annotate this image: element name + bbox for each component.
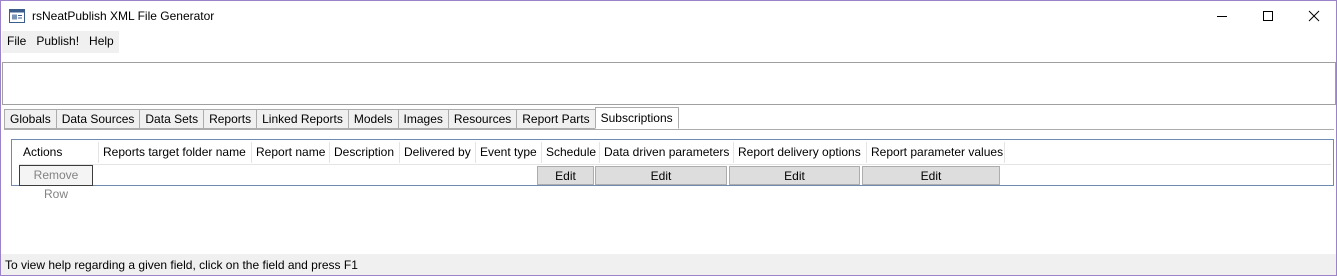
app-icon bbox=[9, 8, 25, 24]
subscriptions-grid: Actions Reports target folder name Repor… bbox=[11, 139, 1334, 201]
maximize-icon bbox=[1263, 11, 1273, 21]
menu-bar: File Publish! Help bbox=[2, 31, 119, 53]
column-header-description[interactable]: Description bbox=[330, 142, 400, 163]
tab-globals[interactable]: Globals bbox=[4, 109, 57, 129]
grid-header: Actions Reports target folder name Repor… bbox=[19, 142, 1005, 163]
column-header-actions[interactable]: Actions bbox=[19, 142, 99, 163]
schedule-edit-button[interactable]: Edit bbox=[537, 166, 594, 185]
menu-publish[interactable]: Publish! bbox=[31, 31, 84, 53]
column-header-schedule[interactable]: Schedule bbox=[542, 142, 600, 163]
maximize-button[interactable] bbox=[1245, 1, 1291, 31]
window-title: rsNeatPublish XML File Generator bbox=[32, 9, 215, 23]
minimize-button[interactable] bbox=[1199, 1, 1245, 31]
column-header-delivered-by[interactable]: Delivered by bbox=[400, 142, 476, 163]
tab-subscriptions[interactable]: Subscriptions bbox=[594, 107, 679, 129]
minimize-icon bbox=[1217, 16, 1227, 17]
remove-row-button[interactable]: Remove Row bbox=[19, 165, 93, 201]
app-window: rsNeatPublish XML File Generator File Pu… bbox=[0, 0, 1337, 276]
top-panel bbox=[2, 62, 1336, 105]
report-delivery-options-edit-button[interactable]: Edit bbox=[729, 166, 860, 185]
data-driven-parameters-edit-button[interactable]: Edit bbox=[595, 166, 727, 185]
tab-resources[interactable]: Resources bbox=[447, 109, 518, 129]
tab-linked-reports[interactable]: Linked Reports bbox=[256, 109, 349, 129]
close-button[interactable] bbox=[1291, 1, 1336, 31]
column-header-report-name[interactable]: Report name bbox=[252, 142, 330, 163]
tab-data-sources[interactable]: Data Sources bbox=[55, 109, 141, 129]
tab-images[interactable]: Images bbox=[397, 109, 449, 129]
tab-models[interactable]: Models bbox=[347, 109, 399, 129]
tab-strip: Globals Data Sources Data Sets Reports L… bbox=[4, 107, 679, 130]
report-parameter-values-edit-button[interactable]: Edit bbox=[862, 166, 1000, 185]
column-header-report-delivery-options[interactable]: Report delivery options bbox=[734, 142, 867, 163]
column-header-report-parameter-values[interactable]: Report parameter values bbox=[867, 142, 1005, 163]
tab-data-sets[interactable]: Data Sets bbox=[139, 109, 205, 129]
menu-help[interactable]: Help bbox=[84, 31, 119, 53]
column-header-event-type[interactable]: Event type bbox=[476, 142, 542, 163]
table-row: Remove Row Edit Edit Edit Edit bbox=[19, 164, 1331, 201]
tab-report-parts[interactable]: Report Parts bbox=[516, 109, 596, 129]
column-header-data-driven-parameters[interactable]: Data driven parameters bbox=[600, 142, 734, 163]
column-header-target-folder[interactable]: Reports target folder name bbox=[99, 142, 252, 163]
status-bar: To view help regarding a given field, cl… bbox=[1, 254, 1336, 275]
tab-reports[interactable]: Reports bbox=[203, 109, 258, 129]
close-icon bbox=[1308, 10, 1320, 22]
title-bar: rsNeatPublish XML File Generator bbox=[1, 1, 1336, 31]
menu-file[interactable]: File bbox=[2, 31, 31, 53]
